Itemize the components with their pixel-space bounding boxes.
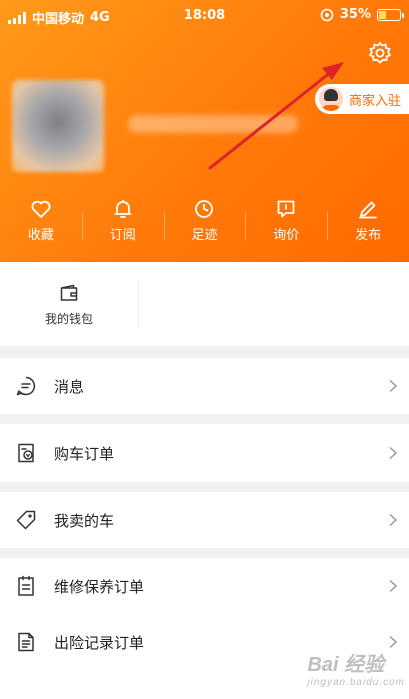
heart-icon <box>31 200 51 218</box>
clipboard-icon <box>18 575 34 596</box>
menu-item-label: 购车订单 <box>54 444 115 463</box>
chevron-right-icon <box>389 513 398 527</box>
menu-item-cars-sold[interactable]: 我卖的车 <box>0 492 409 548</box>
wallet-label: 我的钱包 <box>44 311 93 326</box>
quick-action-label: 收藏 <box>27 228 54 243</box>
divider <box>138 280 139 328</box>
wallet-icon <box>60 284 78 301</box>
quick-action-history[interactable]: 足迹 <box>163 198 246 254</box>
quick-action-inquiry[interactable]: 询价 <box>245 198 327 254</box>
baidu-watermark: Bai 经验 jingyan.baidu.com <box>307 648 405 688</box>
chevron-right-icon <box>389 379 398 393</box>
message-square-icon <box>277 200 295 218</box>
car-order-icon <box>18 443 34 463</box>
quick-action-label: 发布 <box>355 228 382 243</box>
document-icon <box>18 632 34 652</box>
chevron-right-icon <box>389 635 398 649</box>
wallet-button[interactable]: 我的钱包 <box>0 262 138 346</box>
pen-icon <box>359 201 377 219</box>
quick-action-label: 订阅 <box>109 228 136 243</box>
menu-item-label: 消息 <box>54 377 85 396</box>
menu-item-purchase-orders[interactable]: 购车订单 <box>0 424 409 482</box>
clock-icon <box>195 200 214 218</box>
quick-action-label: 足迹 <box>191 228 218 243</box>
tag-icon <box>16 510 36 530</box>
chat-bubble-icon <box>16 376 36 396</box>
quick-action-publish[interactable]: 发布 <box>327 198 409 254</box>
chevron-right-icon <box>389 446 398 460</box>
bell-icon <box>114 199 132 218</box>
watermark-url: jingyan.baidu.com <box>307 677 405 688</box>
quick-actions-bar: 收藏 订阅 足迹 询价 发布 <box>0 198 409 254</box>
quick-action-subscribe[interactable]: 订阅 <box>81 198 164 254</box>
menu-item-label: 维修保养订单 <box>54 577 145 596</box>
watermark-brand: Bai 经验 <box>307 654 385 676</box>
menu-item-maintenance-orders[interactable]: 维修保养订单 <box>0 558 409 614</box>
menu-item-messages[interactable]: 消息 <box>0 358 409 414</box>
wallet-section: 我的钱包 <box>0 262 409 346</box>
menu-item-label: 我卖的车 <box>54 511 115 530</box>
quick-action-label: 询价 <box>273 228 300 243</box>
chevron-right-icon <box>389 579 398 593</box>
quick-action-favorites[interactable]: 收藏 <box>0 198 82 254</box>
